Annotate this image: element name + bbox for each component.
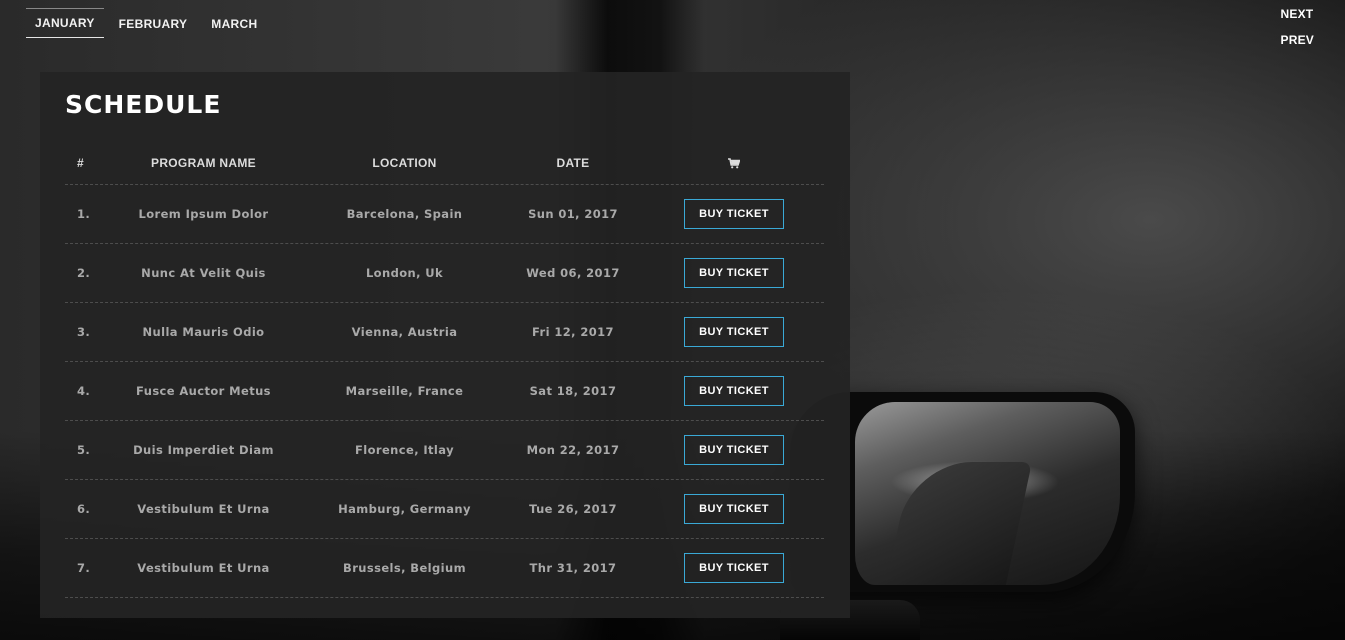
- row-location: London, Uk: [365, 266, 444, 280]
- table-row: 1. Lorem Ipsum Dolor Barcelona, Spain Sun 0…: [65, 185, 824, 244]
- row-location: Vienna, Austria: [351, 325, 458, 339]
- header-program-name: PROGRAM NAME: [151, 156, 256, 170]
- row-number: 2.: [77, 266, 91, 280]
- row-location: Florence, Itlay: [355, 443, 454, 457]
- row-program-name: Vestibulum Et Urna: [137, 502, 270, 516]
- row-program-name: Duis Imperdiet Diam: [133, 443, 274, 457]
- table-row: 3. Nulla Mauris Odio Vienna, Austria Fri 12…: [65, 303, 824, 362]
- table-row: 6. Vestibulum Et Urna Hamburg, Germany Tue …: [65, 480, 824, 539]
- row-date: Mon 22, 2017: [526, 443, 620, 457]
- schedule-panel: SCHEDULE # PROGRAM NAME LOCATION DATE 1.…: [40, 72, 850, 618]
- row-date: Thr 31, 2017: [529, 561, 617, 575]
- row-program-name: Fusce Auctor Metus: [136, 384, 271, 398]
- tab-january[interactable]: JANUARY: [25, 8, 105, 39]
- buy-ticket-button[interactable]: BUY TICKET: [684, 494, 784, 524]
- tab-february[interactable]: FEBRUARY: [109, 8, 198, 39]
- row-location: Brussels, Belgium: [343, 561, 466, 575]
- row-program-name: Nulla Mauris Odio: [142, 325, 265, 339]
- table-header-row: # PROGRAM NAME LOCATION DATE: [65, 142, 824, 185]
- month-tabs: JANUARY FEBRUARY MARCH: [25, 8, 271, 39]
- header-location: LOCATION: [372, 156, 437, 170]
- row-date: Sat 18, 2017: [529, 384, 617, 398]
- mirror-glass: [855, 402, 1120, 585]
- table-row: 4. Fusce Auctor Metus Marseille, France Sat…: [65, 362, 824, 421]
- cart-icon: [644, 157, 824, 169]
- row-date: Tue 26, 2017: [529, 502, 617, 516]
- row-location: Barcelona, Spain: [346, 207, 463, 221]
- table-row: 5. Duis Imperdiet Diam Florence, Itlay Mon …: [65, 421, 824, 480]
- buy-ticket-button[interactable]: BUY TICKET: [684, 435, 784, 465]
- next-link[interactable]: NEXT: [1281, 7, 1314, 21]
- row-location: Hamburg, Germany: [338, 502, 471, 516]
- buy-ticket-button[interactable]: BUY TICKET: [684, 199, 784, 229]
- row-program-name: Nunc At Velit Quis: [141, 266, 266, 280]
- row-program-name: Vestibulum Et Urna: [137, 561, 270, 575]
- prev-link[interactable]: PREV: [1281, 33, 1314, 47]
- schedule-table: # PROGRAM NAME LOCATION DATE 1. Lorem Ips…: [65, 142, 824, 598]
- header-num: #: [77, 156, 84, 170]
- row-number: 7.: [77, 561, 91, 575]
- row-program-name: Lorem Ipsum Dolor: [138, 207, 269, 221]
- tab-march[interactable]: MARCH: [201, 8, 267, 39]
- row-number: 6.: [77, 502, 91, 516]
- row-number: 1.: [77, 207, 91, 221]
- row-date: Wed 06, 2017: [526, 266, 620, 280]
- schedule-title: SCHEDULE: [65, 90, 222, 119]
- buy-ticket-button[interactable]: BUY TICKET: [684, 553, 784, 583]
- row-number: 3.: [77, 325, 91, 339]
- buy-ticket-button[interactable]: BUY TICKET: [684, 376, 784, 406]
- buy-ticket-button[interactable]: BUY TICKET: [684, 258, 784, 288]
- table-row: 2. Nunc At Velit Quis London, Uk Wed 06, 20…: [65, 244, 824, 303]
- buy-ticket-button[interactable]: BUY TICKET: [684, 317, 784, 347]
- table-row: 7. Vestibulum Et Urna Brussels, Belgium Thr…: [65, 539, 824, 598]
- row-date: Sun 01, 2017: [528, 207, 618, 221]
- header-date: DATE: [556, 156, 590, 170]
- table-body: 1. Lorem Ipsum Dolor Barcelona, Spain Sun 0…: [65, 185, 824, 598]
- row-date: Fri 12, 2017: [532, 325, 614, 339]
- row-number: 4.: [77, 384, 91, 398]
- row-number: 5.: [77, 443, 91, 457]
- row-location: Marseille, France: [345, 384, 464, 398]
- pager: NEXT PREV: [1281, 7, 1314, 59]
